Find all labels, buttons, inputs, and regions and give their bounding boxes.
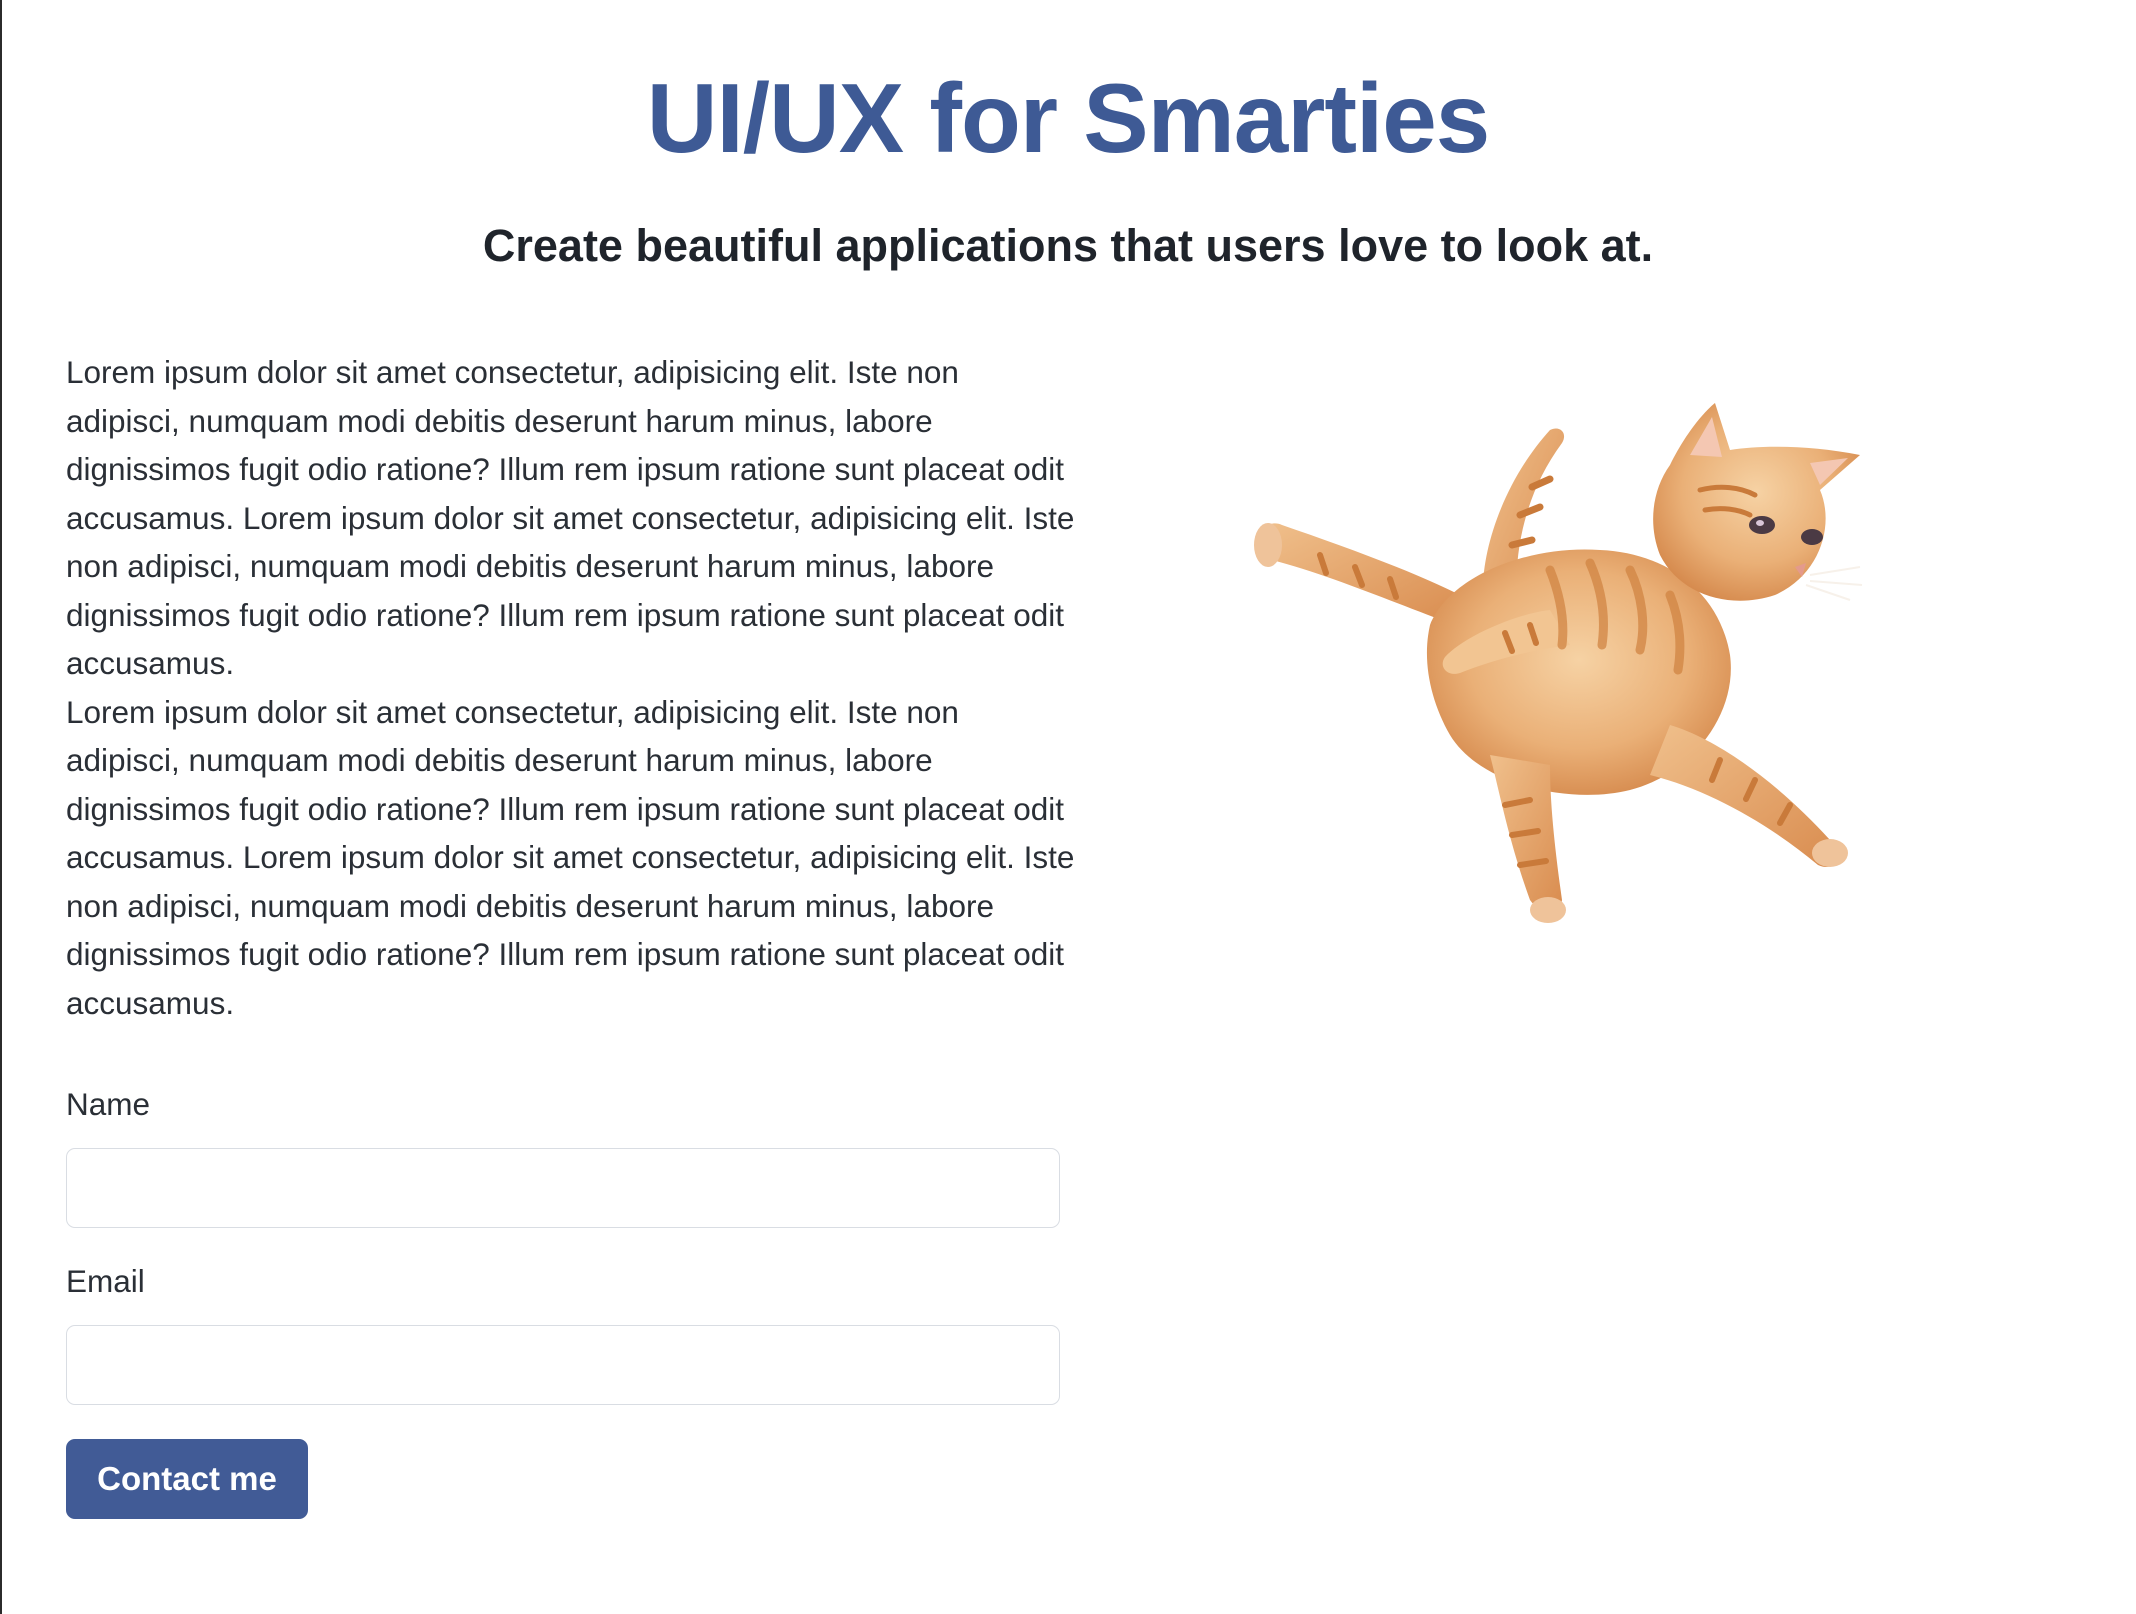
email-input[interactable] bbox=[66, 1325, 1060, 1405]
email-label: Email bbox=[66, 1263, 145, 1299]
intro-paragraph-1: Lorem ipsum dolor sit amet consectetur, … bbox=[66, 354, 1075, 681]
page-subtitle: Create beautiful applications that users… bbox=[482, 220, 1654, 271]
page-title: UI/UX for Smarties bbox=[646, 63, 1490, 173]
name-label: Name bbox=[66, 1086, 151, 1122]
leaping-cat-image bbox=[1250, 395, 1930, 995]
name-input[interactable] bbox=[66, 1148, 1060, 1228]
intro-text: Lorem ipsum dolor sit amet consectetur, … bbox=[66, 348, 1076, 1027]
contact-me-button[interactable]: Contact me bbox=[66, 1439, 308, 1519]
intro-paragraph-2: Lorem ipsum dolor sit amet consectetur, … bbox=[66, 693, 1075, 1021]
